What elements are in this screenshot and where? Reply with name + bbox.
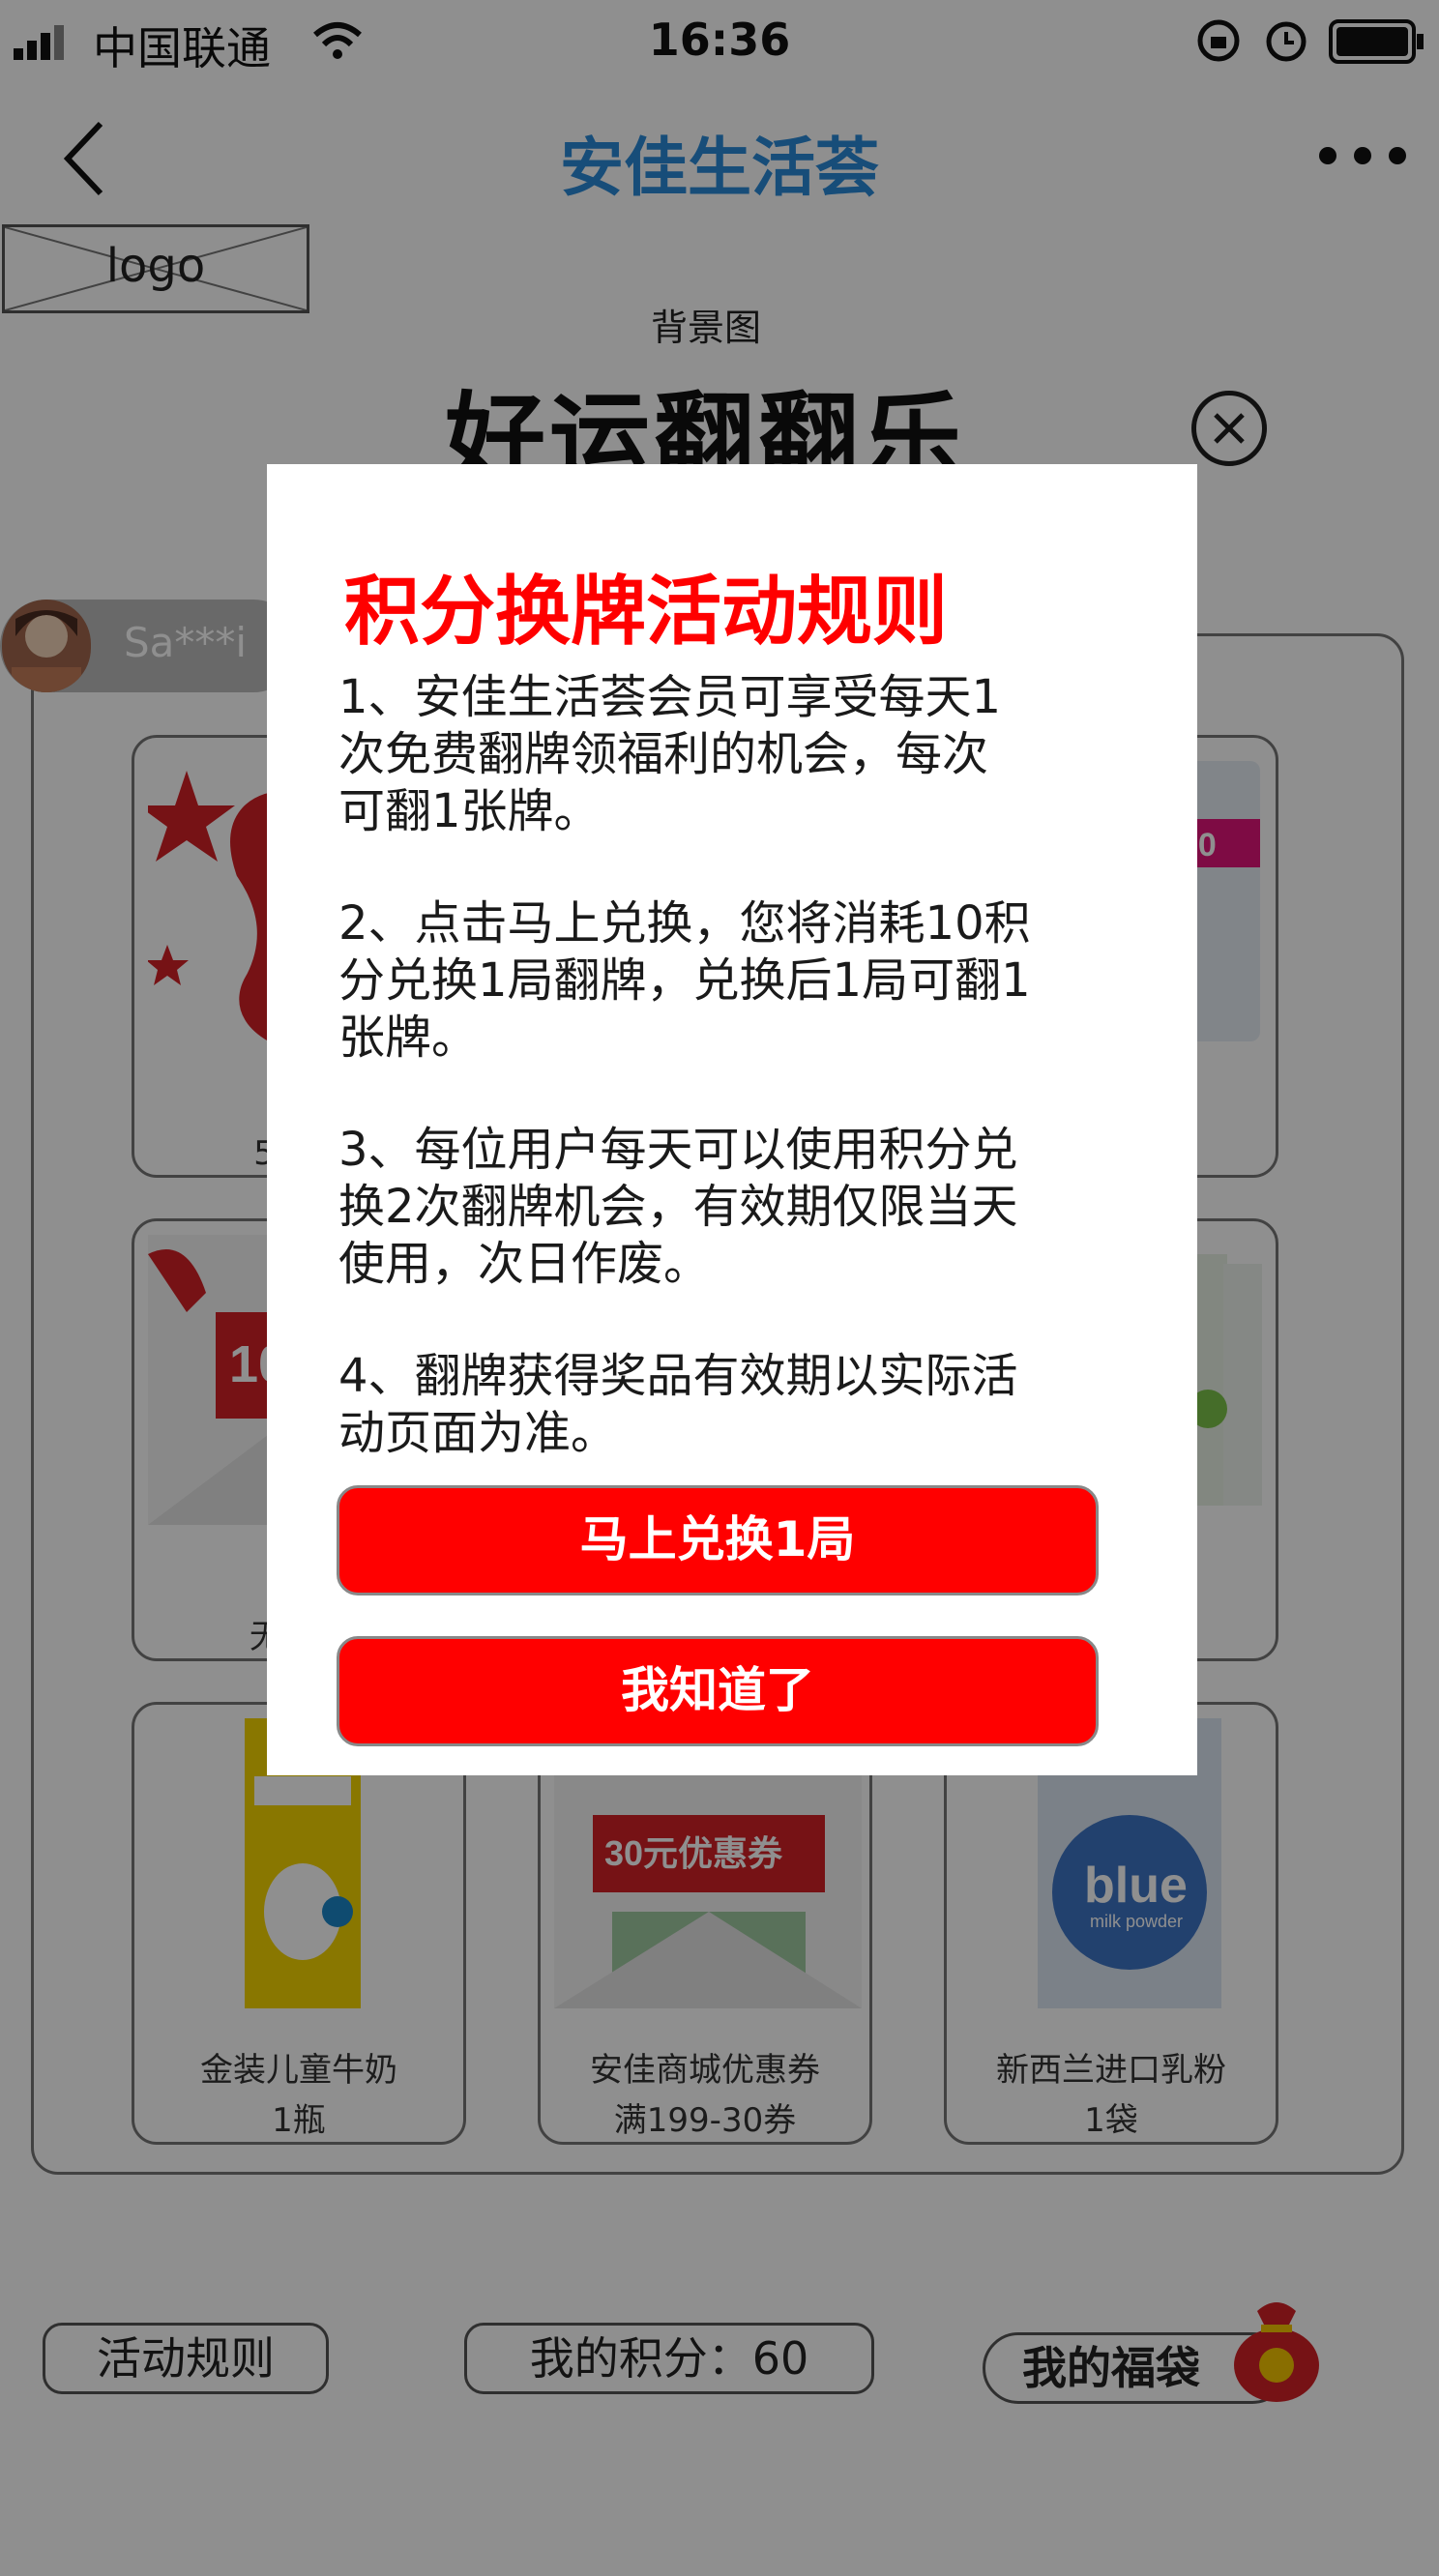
rule-paragraph: 3、每位用户每天可以使用积分兑 换2次翻牌机会，有效期仅限当天 使用，次日作废。: [338, 1122, 1124, 1293]
rule-line: 动页面为准。: [338, 1406, 618, 1460]
modal-title: 积分换牌活动规则: [344, 569, 949, 656]
close-icon: [1214, 413, 1245, 444]
rule-line: 使用，次日作废。: [338, 1237, 711, 1291]
rule-line: 2、点击马上兑换，您将消耗10积: [338, 896, 1031, 951]
rule-paragraph: 2、点击马上兑换，您将消耗10积 分兑换1局翻牌，兑换后1局可翻1 张牌。: [338, 895, 1124, 1067]
rule-line: 4、翻牌获得奖品有效期以实际活: [338, 1349, 1018, 1403]
rule-paragraph: 1、安佳生活荟会员可享受每天1 次免费翻牌领福利的机会，每次 可翻1张牌。: [338, 669, 1124, 840]
rule-line: 可翻1张牌。: [338, 784, 601, 838]
rule-line: 换2次翻牌机会，有效期仅限当天: [338, 1180, 1018, 1234]
exchange-button[interactable]: 马上兑换1局: [337, 1485, 1099, 1595]
rule-line: 次免费翻牌领福利的机会，每次: [338, 727, 989, 781]
close-button[interactable]: [1191, 391, 1267, 466]
ok-button[interactable]: 我知道了: [337, 1636, 1099, 1746]
rule-line: 张牌。: [338, 1010, 479, 1065]
rule-paragraph: 4、翻牌获得奖品有效期以实际活 动页面为准。: [338, 1348, 1124, 1462]
rules-modal: 积分换牌活动规则 1、安佳生活荟会员可享受每天1 次免费翻牌领福利的机会，每次 …: [267, 464, 1197, 1775]
rule-line: 1、安佳生活荟会员可享受每天1: [338, 670, 1002, 724]
rule-line: 分兑换1局翻牌，兑换后1局可翻1: [338, 953, 1031, 1008]
rule-line: 3、每位用户每天可以使用积分兑: [338, 1123, 1018, 1177]
